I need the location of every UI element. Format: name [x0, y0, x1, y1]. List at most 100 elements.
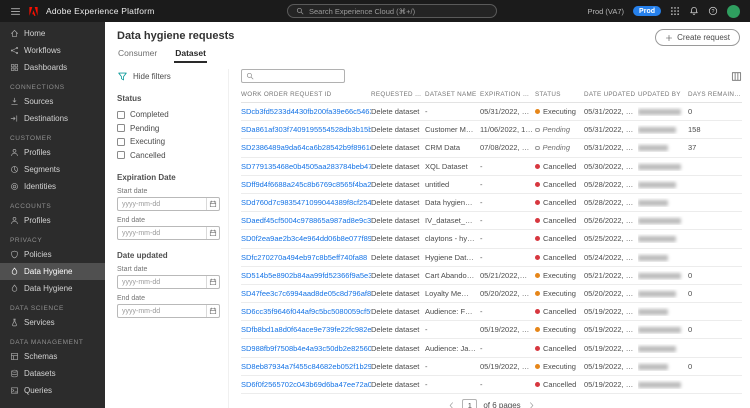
redacted-text [638, 254, 668, 261]
calendar-icon[interactable] [206, 198, 219, 210]
status-dot-icon [535, 381, 540, 387]
sidebar-item-schemas[interactable]: Schemas [0, 348, 105, 365]
calendar-icon[interactable] [206, 276, 219, 288]
sidebar-item-label: Services [24, 318, 55, 327]
sidebar-item-datasets[interactable]: Datasets [0, 365, 105, 382]
date-updated-end-date-input[interactable]: yyyy-mm-dd [117, 304, 220, 318]
hygiene-icon [10, 267, 19, 276]
work-order-id-link[interactable]: SDd760d7c9835471099044389f8cf254c4 [241, 198, 371, 207]
sidebar-section-privacy: PRIVACY [10, 237, 43, 244]
column-header-dataset-name[interactable]: DATASET NAME [425, 91, 480, 98]
environment-badge[interactable]: Prod [633, 6, 661, 16]
sidebar-item-sources[interactable]: Sources [0, 93, 105, 110]
global-search-input[interactable]: Search Experience Cloud (⌘+/) [287, 4, 497, 18]
sidebar-item-policies[interactable]: Policies [0, 246, 105, 263]
sidebar-item-dashboards[interactable]: Dashboards [0, 59, 105, 76]
work-order-id-link[interactable]: SDcb3fd5233d4430fb200fa39e66c5463 [241, 107, 371, 116]
sidebar-item-queries[interactable]: Queries [0, 382, 105, 399]
work-order-id-link[interactable]: SDaedf45cf5004c978865a987ad8e9c30 [241, 216, 371, 225]
sidebar-item-profiles[interactable]: Profiles [0, 144, 105, 161]
status-dot-icon [535, 163, 540, 169]
hide-filters-toggle[interactable]: Hide filters [117, 69, 220, 83]
expiration-date-start-date-input[interactable]: yyyy-mm-dd [117, 197, 220, 211]
work-order-id-link[interactable]: SDfb8bd1a8d0f64ace9e739fe22fc982e9 [241, 325, 371, 334]
date-updated-cell: 05/24/2022, … [584, 252, 634, 262]
sidebar-item-label: Data Hygiene [24, 267, 73, 276]
dataset-name-cell: claytons - hy… [425, 234, 475, 244]
column-settings-icon[interactable] [731, 71, 742, 82]
apps-grid-icon[interactable] [670, 6, 680, 16]
notifications-bell-icon[interactable] [689, 6, 699, 16]
column-header-updated-by[interactable]: UPDATED BY [638, 91, 688, 98]
sidebar-item-data-hygiene[interactable]: Data Hygiene [0, 263, 105, 280]
work-order-id-link[interactable]: SDfc270270a494eb97c8b5eff740fa88 [241, 253, 371, 262]
redacted-text [638, 363, 668, 370]
work-order-id-link[interactable]: SDff9d4f6688a245c8b6769c8565f4ba2d [241, 180, 371, 189]
filter-checkbox-cancelled[interactable]: Cancelled [117, 149, 220, 163]
column-header-status[interactable]: STATUS [535, 91, 584, 98]
help-icon[interactable]: ? [708, 6, 718, 16]
column-header-date-updated[interactable]: DATE UPDATED [584, 91, 638, 98]
column-header-work-order-request-id[interactable]: WORK ORDER REQUEST ID [241, 91, 371, 98]
status-label: Cancelled [543, 198, 577, 208]
column-header-requested[interactable]: REQUESTED … [371, 91, 425, 98]
updated-by-cell [638, 107, 688, 116]
user-avatar[interactable] [727, 4, 740, 18]
sidebar-section-data-management: DATA MANAGEMENT [10, 339, 84, 346]
work-order-id-link[interactable]: SD8eb87934a7f455c84682eb052f1b29d1 [241, 362, 371, 371]
status-cell: Cancelled [535, 180, 584, 189]
prev-page-icon[interactable] [447, 401, 456, 408]
sidebar-item-identities[interactable]: Identities [0, 178, 105, 195]
tabs: Consumer Dataset [117, 48, 740, 63]
sidebar-item-services[interactable]: Services [0, 314, 105, 331]
date-filter-groups: Expiration Date Start date yyyy-mm-dd End d… [117, 173, 220, 318]
sidebar-item-destinations[interactable]: Destinations [0, 110, 105, 127]
sidebar-item-profiles[interactable]: Profiles [0, 212, 105, 229]
table-search-input[interactable] [241, 69, 345, 83]
work-order-id-link[interactable]: SD2386489a9da64ca6b28542b9f8961e4b [241, 143, 371, 152]
segments-icon [10, 165, 19, 174]
date-updated-end-date-label: End date [117, 295, 146, 302]
work-order-id-link[interactable]: SD0f2ea9ae2b3c4e964dd06b8e077f896 [241, 234, 371, 243]
work-order-id-link[interactable]: SD6cc35f9646f044af9c5bc5080059cf5f [241, 307, 371, 316]
create-request-button[interactable]: Create request [655, 29, 740, 46]
status-label: Executing [543, 361, 576, 371]
work-order-id-link[interactable]: SDa861af303f7409195554528db3b15b0 [241, 125, 371, 134]
sidebar-item-segments[interactable]: Segments [0, 161, 105, 178]
policies-icon [10, 250, 19, 259]
filter-checkbox-pending[interactable]: Pending [117, 122, 220, 136]
filter-checkbox-executing[interactable]: Executing [117, 135, 220, 149]
date-updated-cell: 05/19/2022, … [584, 307, 634, 317]
calendar-icon[interactable] [206, 227, 219, 239]
work-order-id-link[interactable]: SD988fb9f7508b4e4a93c50db2e82560dd [241, 344, 371, 353]
date-updated-cell: 05/31/2022, … [584, 143, 634, 153]
work-order-id-link[interactable]: SD514b5e8902b84aa99fd52366f9a5e3440 [241, 271, 371, 280]
next-page-icon[interactable] [527, 401, 536, 408]
tab-consumer[interactable]: Consumer [117, 48, 158, 63]
column-header-days-remain[interactable]: DAYS REMAIN… [688, 91, 742, 98]
calendar-icon[interactable] [206, 305, 219, 317]
sidebar-item-data-hygiene[interactable]: Data Hygiene [0, 280, 105, 297]
status-dot-icon [535, 145, 540, 151]
work-order-id-link[interactable]: SD47fee3c7c6994aad8de05c8d796af874 [241, 289, 371, 298]
sidebar-item-home[interactable]: Home [0, 25, 105, 42]
date-updated-start-date-input[interactable]: yyyy-mm-dd [117, 275, 220, 289]
expiration-cell: - [480, 216, 483, 226]
sidebar-item-label: Schemas [24, 352, 58, 361]
status-dot-icon [535, 218, 540, 224]
menu-icon[interactable] [10, 6, 21, 17]
work-order-id-link[interactable]: SD779135468e0b4505aa283784beb47e95 [241, 162, 371, 171]
status-dot-icon [535, 109, 540, 115]
sidebar-item-label: Profiles [24, 216, 51, 225]
work-order-id-link[interactable]: SD6f0f2565702c043b69d6ba47ee72a0309 [241, 380, 371, 389]
sidebar-item-workflows[interactable]: Workflows [0, 42, 105, 59]
expiration-date-end-date-input[interactable]: yyyy-mm-dd [117, 226, 220, 240]
date-updated-cell: 05/20/2022, … [584, 288, 634, 298]
filter-checkbox-completed[interactable]: Completed [117, 108, 220, 122]
page-number-input[interactable]: 1 [462, 399, 478, 408]
identities-icon [10, 182, 19, 191]
updated-by-cell [638, 362, 688, 371]
status-dot-icon [535, 254, 540, 260]
column-header-expiration[interactable]: EXPIRATION … [480, 91, 535, 98]
tab-dataset[interactable]: Dataset [174, 48, 207, 63]
